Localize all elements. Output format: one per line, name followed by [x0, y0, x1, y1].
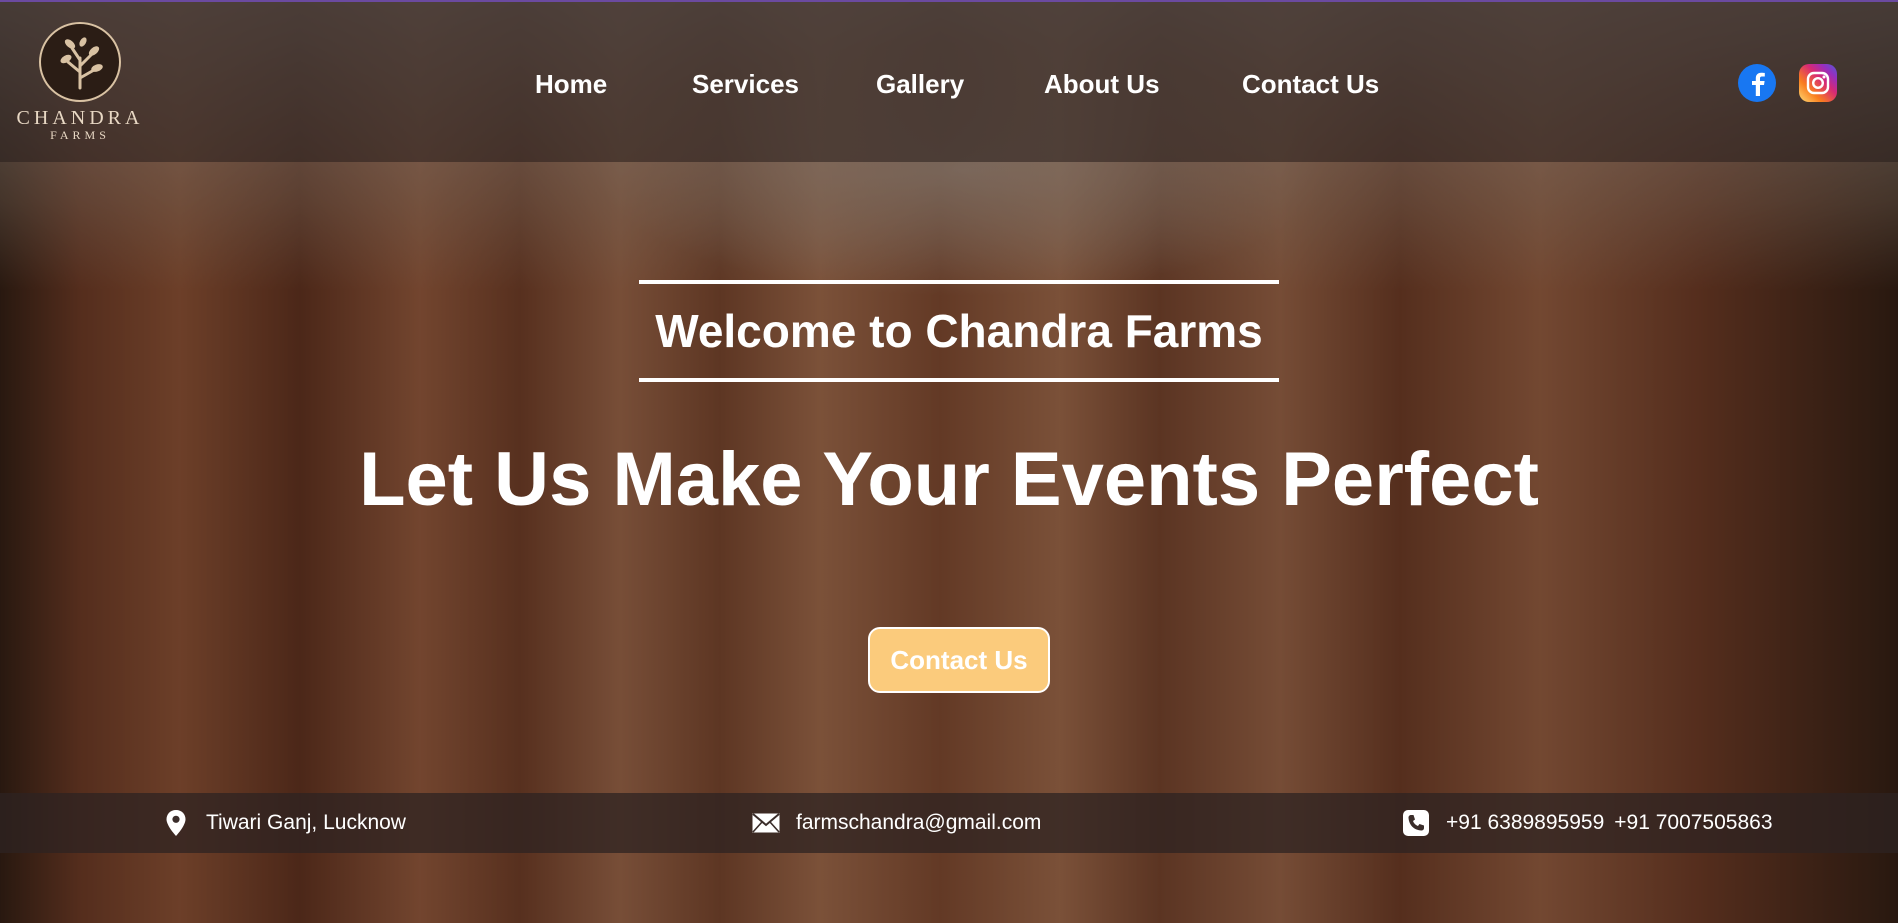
welcome-banner: Welcome to Chandra Farms: [639, 280, 1279, 382]
email-text[interactable]: farmschandra@gmail.com: [796, 811, 1041, 835]
address-item: Tiwari Ganj, Lucknow: [162, 793, 406, 853]
address-text: Tiwari Ganj, Lucknow: [206, 811, 406, 834]
welcome-heading: Welcome to Chandra Farms: [655, 305, 1263, 357]
phone-number-2[interactable]: +91 7007505863: [1614, 811, 1772, 835]
contact-info-bar: Tiwari Ganj, Lucknow farmschandra@gmail.…: [0, 793, 1898, 853]
hero-content: Welcome to Chandra Farms Let Us Make You…: [0, 0, 1898, 923]
phone-icon: [1402, 809, 1430, 837]
location-pin-icon: [162, 809, 190, 837]
phone-number-1[interactable]: +91 6389895959: [1446, 811, 1604, 835]
envelope-icon: [752, 809, 780, 837]
hero-headline: Let Us Make Your Events Perfect: [359, 437, 1539, 522]
email-item[interactable]: farmschandra@gmail.com: [752, 793, 1041, 853]
phone-item[interactable]: +91 6389895959 +91 7007505863: [1402, 793, 1773, 853]
contact-us-button[interactable]: Contact Us: [868, 627, 1050, 693]
